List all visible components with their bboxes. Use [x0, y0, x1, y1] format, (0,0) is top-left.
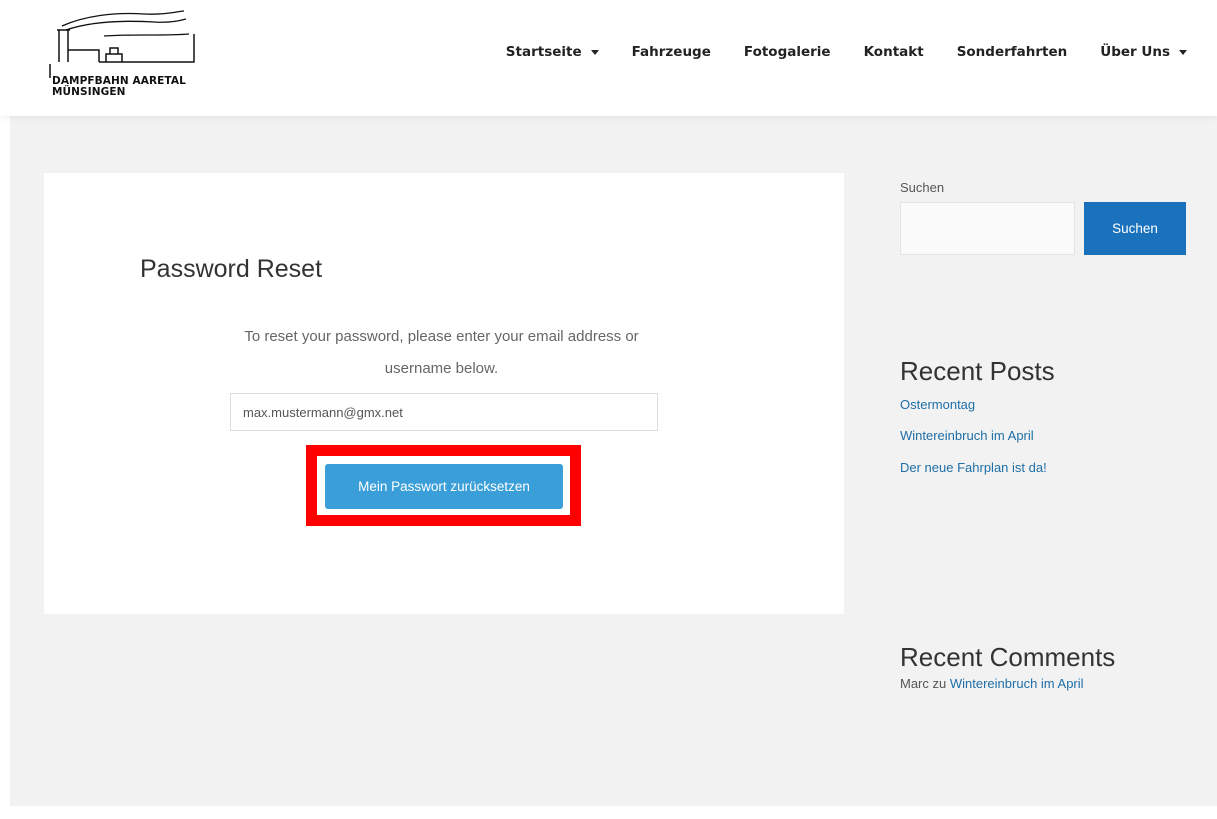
- comment-author: Marc: [900, 676, 929, 691]
- recent-comment: Marc zu Wintereinbruch im April: [900, 676, 1084, 691]
- caret-down-icon: [590, 49, 599, 55]
- reset-password-button[interactable]: Mein Passwort zurücksetzen: [325, 464, 563, 509]
- nav-item-startseite[interactable]: Startseite: [506, 44, 599, 60]
- comment-post-link[interactable]: Wintereinbruch im April: [950, 676, 1084, 691]
- recent-post-link[interactable]: Wintereinbruch im April: [900, 428, 1034, 443]
- site-header: DAMPFBAHN AARETAL MÜNSINGEN Startseite F…: [0, 0, 1217, 116]
- nav-item-kontakt[interactable]: Kontakt: [864, 44, 924, 60]
- search-input[interactable]: [900, 202, 1075, 255]
- search-label: Suchen: [900, 180, 945, 195]
- recent-comments-heading: Recent Comments: [900, 642, 1116, 672]
- nav-item-label: Sonderfahrten: [956, 44, 1068, 60]
- recent-post-link[interactable]: Ostermontag: [900, 397, 975, 412]
- page-title: Password Reset: [140, 255, 323, 283]
- steam-locomotive-logo-icon: [49, 10, 195, 78]
- email-username-input[interactable]: [230, 393, 658, 431]
- reset-instructions: To reset your password, please enter you…: [244, 328, 639, 377]
- nav-item-label: Fotogalerie: [743, 44, 831, 60]
- nav-item-fotogalerie[interactable]: Fotogalerie: [744, 44, 831, 60]
- main-navigation: Startseite Fahrzeuge Fotogalerie Kontakt…: [473, 44, 1187, 60]
- password-reset-card: Password Reset To reset your password, p…: [44, 173, 844, 614]
- comment-connector: zu: [932, 676, 947, 691]
- nav-item-label: Über Uns: [1100, 44, 1170, 60]
- nav-item-fahrzeuge[interactable]: Fahrzeuge: [632, 44, 711, 60]
- nav-item-label: Fahrzeuge: [631, 44, 711, 60]
- search-button[interactable]: Suchen: [1084, 202, 1186, 255]
- nav-item-label: Startseite: [505, 44, 582, 60]
- site-logo[interactable]: DAMPFBAHN AARETAL MÜNSINGEN: [44, 8, 204, 108]
- caret-down-icon: [1179, 49, 1187, 55]
- logo-wordmark: DAMPFBAHN AARETAL MÜNSINGEN: [52, 76, 186, 98]
- recent-post-link[interactable]: Der neue Fahrplan ist da!: [900, 460, 1047, 475]
- logo-line-2: MÜNSINGEN: [52, 86, 126, 98]
- nav-item-ueber-uns[interactable]: Über Uns: [1100, 44, 1187, 60]
- nav-item-label: Kontakt: [863, 44, 924, 60]
- recent-posts-heading: Recent Posts: [900, 356, 1055, 386]
- nav-item-sonderfahrten[interactable]: Sonderfahrten: [957, 44, 1068, 60]
